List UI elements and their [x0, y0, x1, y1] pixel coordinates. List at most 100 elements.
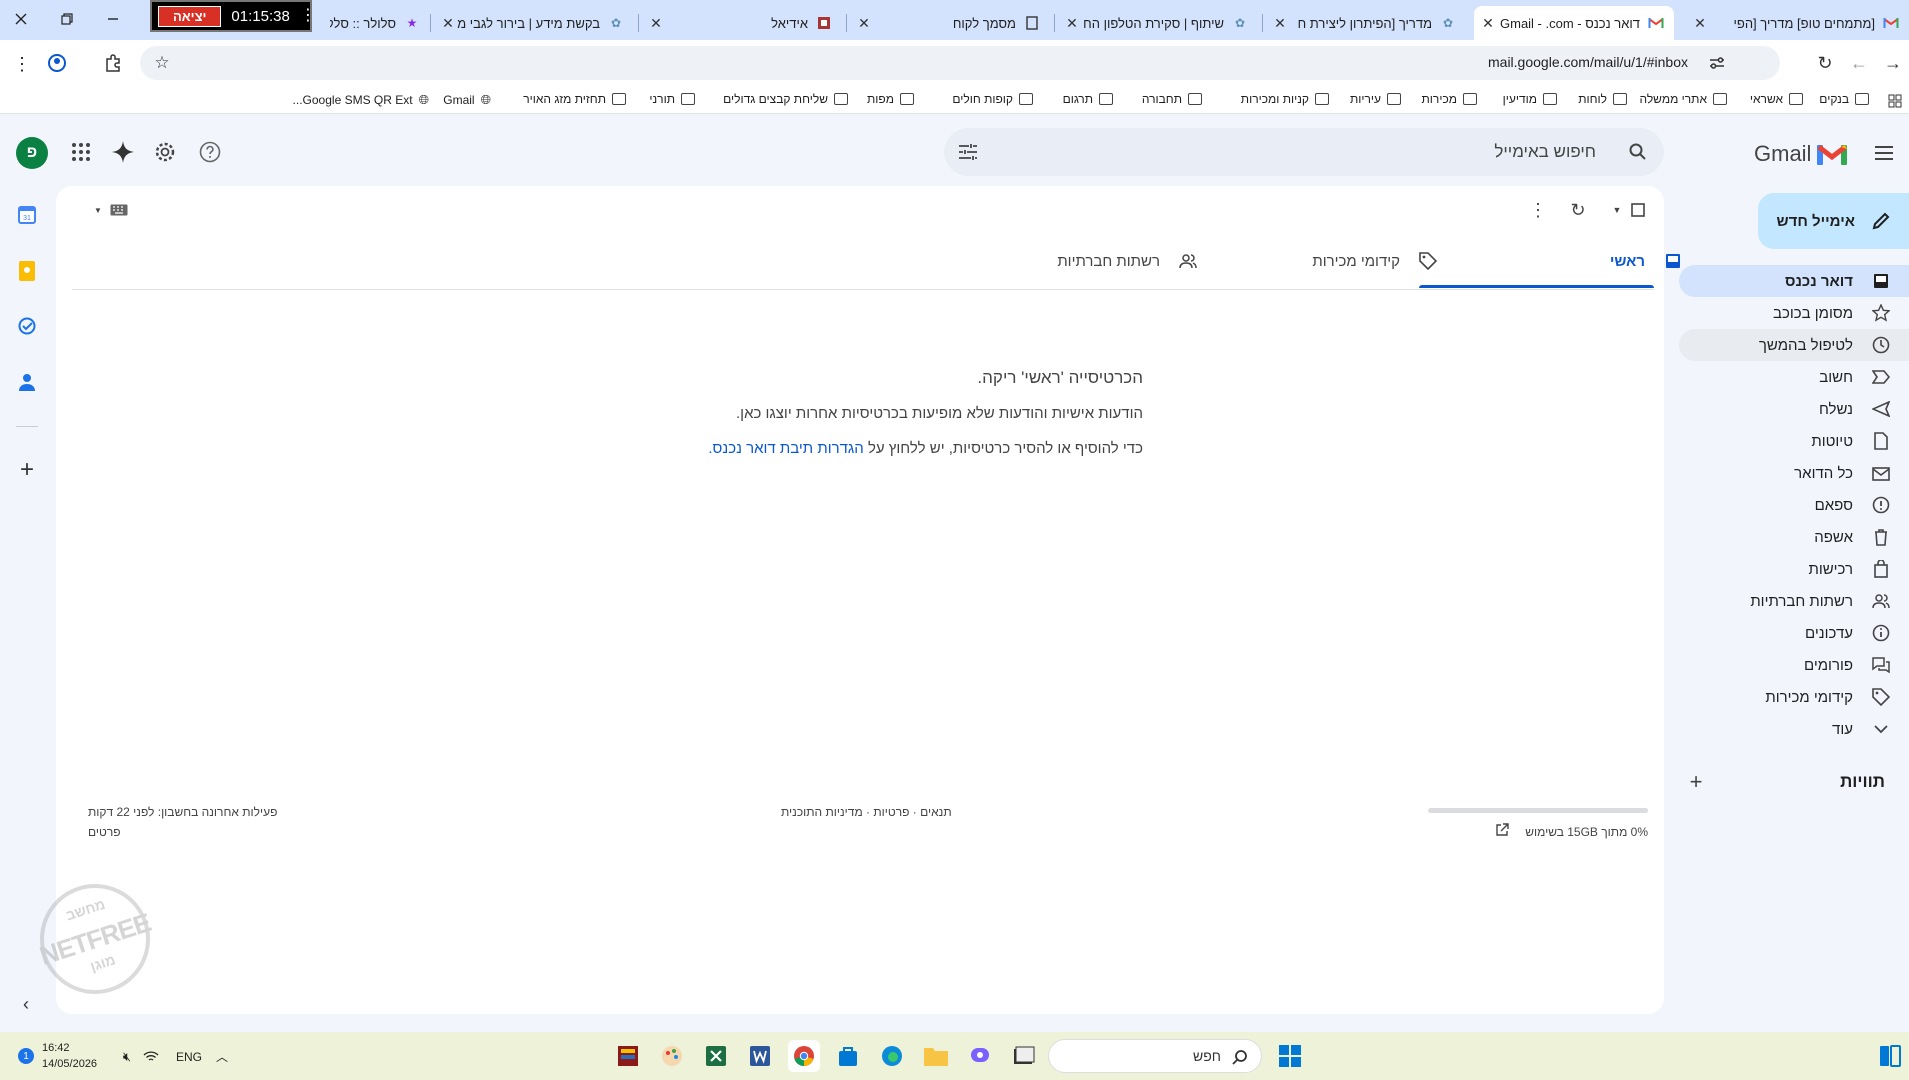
extensions-icon[interactable] — [100, 50, 126, 76]
bookmark-torani[interactable]: תורני — [649, 92, 695, 106]
bookmark-gmail[interactable]: 🌐︎ Gmail — [443, 92, 491, 108]
bookmark-large-files[interactable]: שליחת קבצים גדולים — [723, 92, 848, 106]
sidebar-item-all-mail[interactable]: כל הדואר — [1679, 457, 1909, 489]
bookmark-sms-ext[interactable]: 🌐︎ Google SMS QR Ext... — [293, 92, 429, 108]
select-all-checkbox[interactable] — [1628, 200, 1648, 220]
browser-tab-3[interactable]: ✿ מדריך [הפיתרון ליצירת ח ✕ — [1266, 6, 1466, 40]
bookmark-weather[interactable]: תחזית מזג האויר — [523, 92, 626, 106]
terms-links[interactable]: תנאים · פרטיות · מדיניות התוכנית — [781, 805, 952, 819]
volume-muted-icon[interactable]: 🔇︎ — [118, 1048, 136, 1066]
sidebar-item-promotions[interactable]: קידומי מכירות — [1679, 681, 1909, 713]
browser-tab-1[interactable]: [מתמחים טופ] מדריך [הפי ✕ — [1686, 6, 1909, 40]
chrome-icon[interactable] — [788, 1040, 820, 1072]
hide-panel-chevron-icon[interactable]: ‹ — [16, 992, 36, 1016]
tab-primary[interactable]: ראשי — [1464, 232, 1699, 290]
sidebar-item-social[interactable]: רשתות חברתיות — [1679, 585, 1909, 617]
bookmark-municipal[interactable]: עיריות — [1350, 92, 1401, 106]
tab-promotions[interactable]: קידומי מכירות — [1219, 232, 1454, 290]
edge-icon[interactable] — [876, 1040, 908, 1072]
close-tab-icon[interactable]: ✕ — [1272, 15, 1288, 31]
sidebar-item-clock[interactable]: לטיפול בהמשך — [1679, 329, 1909, 361]
excel-icon[interactable] — [700, 1040, 732, 1072]
profile-icon[interactable] — [44, 50, 70, 76]
bookmark-star-icon[interactable]: ☆ — [152, 53, 172, 73]
avatar[interactable]: פ — [16, 137, 48, 169]
sidebar-item-updates[interactable]: עדכונים — [1679, 617, 1909, 649]
bookmark-banks[interactable]: בנקים — [1819, 92, 1869, 106]
sidebar-item-send[interactable]: נשלח — [1679, 393, 1909, 425]
tasks-icon[interactable] — [14, 313, 40, 339]
select-dropdown-icon[interactable]: ▼ — [1610, 202, 1624, 218]
close-tab-icon[interactable]: ✕ — [648, 15, 664, 31]
browser-tab-5[interactable]: מסמך לקוח ✕ — [850, 6, 1050, 40]
compose-button[interactable]: אימייל חדש — [1758, 193, 1909, 249]
help-icon[interactable] — [190, 132, 230, 172]
more-vert-icon[interactable]: ⋮ — [300, 8, 316, 24]
gmail-logo[interactable]: Gmail — [1754, 138, 1858, 170]
close-tab-icon[interactable]: ✕ — [1064, 15, 1080, 31]
browser-tab-6[interactable]: אידיאל ✕ — [642, 6, 842, 40]
restore-window-icon[interactable] — [52, 4, 82, 34]
contacts-icon[interactable] — [14, 369, 40, 395]
refresh-icon[interactable]: ↻ — [1566, 198, 1590, 222]
clock-time[interactable]: 16:42 — [42, 1042, 70, 1054]
widgets-icon[interactable] — [1874, 1040, 1906, 1072]
bookmark-modiin[interactable]: מודיעין — [1503, 92, 1557, 106]
clock-date[interactable]: 14/05/2026 — [42, 1058, 97, 1070]
tab-social[interactable]: רשתות חברתיות — [979, 232, 1214, 290]
file-explorer-icon[interactable] — [920, 1040, 952, 1072]
bookmark-maps[interactable]: מפות — [867, 92, 914, 106]
gemini-sparkle-icon[interactable] — [103, 132, 143, 172]
language-indicator[interactable]: ENG — [176, 1050, 202, 1064]
add-label-icon[interactable]: + — [1684, 769, 1708, 794]
details-link[interactable]: פרטים — [88, 825, 121, 839]
search-input[interactable]: חיפוש באימייל — [1494, 142, 1596, 162]
bookmark-transport[interactable]: תחבורה — [1142, 92, 1202, 106]
minimize-window-icon[interactable] — [98, 4, 128, 34]
add-addon-icon[interactable]: + — [14, 456, 40, 483]
forward-icon[interactable]: ← — [1846, 50, 1872, 76]
sidebar-item-chevron-down[interactable]: עוד — [1679, 713, 1909, 745]
store-icon[interactable] — [832, 1040, 864, 1072]
bookmark-boards[interactable]: לוחות — [1578, 92, 1627, 106]
winrar-icon[interactable] — [612, 1040, 644, 1072]
keep-icon[interactable] — [14, 258, 40, 284]
search-options-icon[interactable] — [956, 140, 980, 164]
browser-tab-7[interactable]: ✿ בקשת מידע | בירור לגבי מ ✕ — [434, 6, 634, 40]
bookmark-shopping[interactable]: קניות ומכירות — [1241, 92, 1329, 106]
main-menu-icon[interactable] — [1864, 138, 1904, 168]
sidebar-item-forums[interactable]: פורומים — [1679, 649, 1909, 681]
apps-grid-icon[interactable] — [1886, 92, 1904, 110]
search-bar[interactable]: חיפוש באימייל — [944, 128, 1664, 176]
settings-gear-icon[interactable] — [145, 132, 185, 172]
bookmark-translate[interactable]: תרגום — [1063, 92, 1113, 106]
menu-dots-icon[interactable]: ⋮ — [10, 52, 34, 76]
close-window-icon[interactable] — [6, 4, 36, 34]
sidebar-item-purchases[interactable]: רכישות — [1679, 553, 1909, 585]
sidebar-item-draft[interactable]: טיוטות — [1679, 425, 1909, 457]
word-icon[interactable] — [744, 1040, 776, 1072]
google-apps-icon[interactable] — [61, 132, 101, 172]
bookmark-sales[interactable]: מכירות — [1422, 92, 1477, 106]
close-tab-icon[interactable]: ✕ — [1480, 15, 1496, 31]
notification-badge[interactable]: 1 — [18, 1048, 34, 1064]
sidebar-item-spam[interactable]: ספאם — [1679, 489, 1909, 521]
sidebar-item-important[interactable]: חשוב — [1679, 361, 1909, 393]
back-icon[interactable]: → — [1880, 50, 1906, 76]
keyboard-icon[interactable] — [108, 202, 130, 218]
search-icon[interactable] — [1626, 140, 1650, 164]
calendar-icon[interactable]: 31 — [14, 202, 40, 228]
app-window-icon[interactable] — [1008, 1040, 1040, 1072]
bookmark-health[interactable]: קופות חולים — [952, 92, 1033, 106]
keyboard-dropdown-icon[interactable]: ▼ — [92, 204, 104, 216]
inbox-settings-link[interactable]: הגדרות תיבת דואר נכנס — [713, 440, 864, 457]
address-bar[interactable]: ☆ mail.google.com/mail/u/1/#inbox — [140, 46, 1780, 80]
browser-tab-8[interactable]: ★ סלולר :: סלקום — [306, 6, 430, 40]
tray-chevron-icon[interactable]: ︿ — [214, 1048, 230, 1064]
sidebar-item-trash[interactable]: אשפה — [1679, 521, 1909, 553]
sidebar-item-star[interactable]: מסומן בכוכב — [1679, 297, 1909, 329]
close-tab-icon[interactable]: ✕ — [856, 15, 872, 31]
sidebar-item-inbox[interactable]: דואר נכנס — [1679, 265, 1909, 297]
start-button[interactable] — [1274, 1040, 1306, 1072]
exit-button[interactable]: יציאה — [158, 5, 222, 27]
